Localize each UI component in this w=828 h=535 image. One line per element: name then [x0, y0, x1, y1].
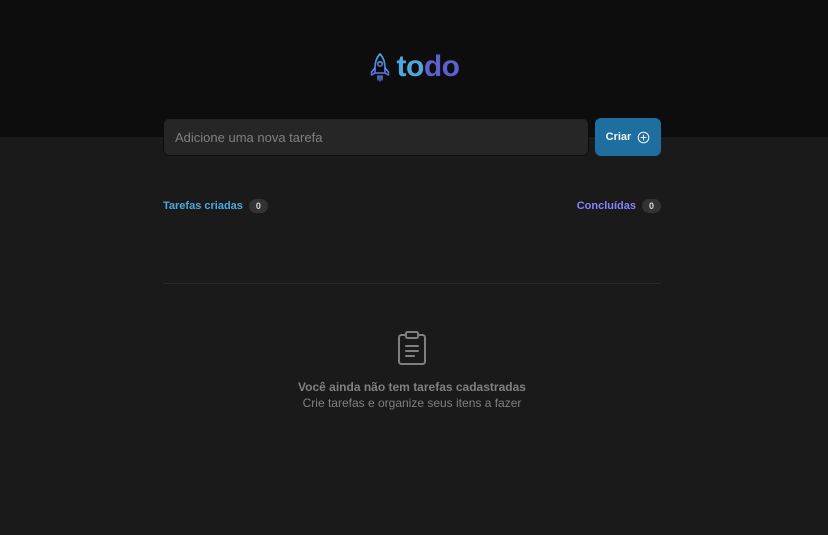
new-task-form: Criar — [163, 118, 661, 156]
rocket-icon — [370, 53, 389, 82]
clipboard-icon — [398, 331, 426, 365]
logo-wordmark: todo — [397, 50, 460, 84]
task-counters: Tarefas criadas 0 Concluídas 0 — [163, 199, 661, 213]
empty-state-subtitle: Crie tarefas e organize seus itens a faz… — [302, 396, 522, 410]
created-tasks-counter: Tarefas criadas 0 — [163, 199, 268, 213]
logo-text-do: do — [423, 50, 460, 83]
empty-state-title: Você ainda não tem tarefas cadastradas — [298, 380, 526, 394]
created-tasks-count-badge: 0 — [248, 199, 268, 213]
plus-circle-icon — [638, 131, 650, 143]
app-logo: todo — [0, 50, 828, 84]
list-divider — [163, 283, 661, 284]
logo-text-to: to — [396, 50, 425, 83]
completed-tasks-count-badge: 0 — [641, 199, 661, 213]
create-task-button[interactable]: Criar — [595, 118, 661, 156]
new-task-input[interactable] — [163, 118, 589, 156]
create-button-label: Criar — [605, 131, 632, 143]
completed-tasks-counter: Concluídas 0 — [577, 199, 661, 213]
created-tasks-label: Tarefas criadas — [163, 200, 243, 212]
completed-tasks-label: Concluídas — [576, 200, 636, 212]
empty-state: Você ainda não tem tarefas cadastradas C… — [163, 330, 661, 411]
